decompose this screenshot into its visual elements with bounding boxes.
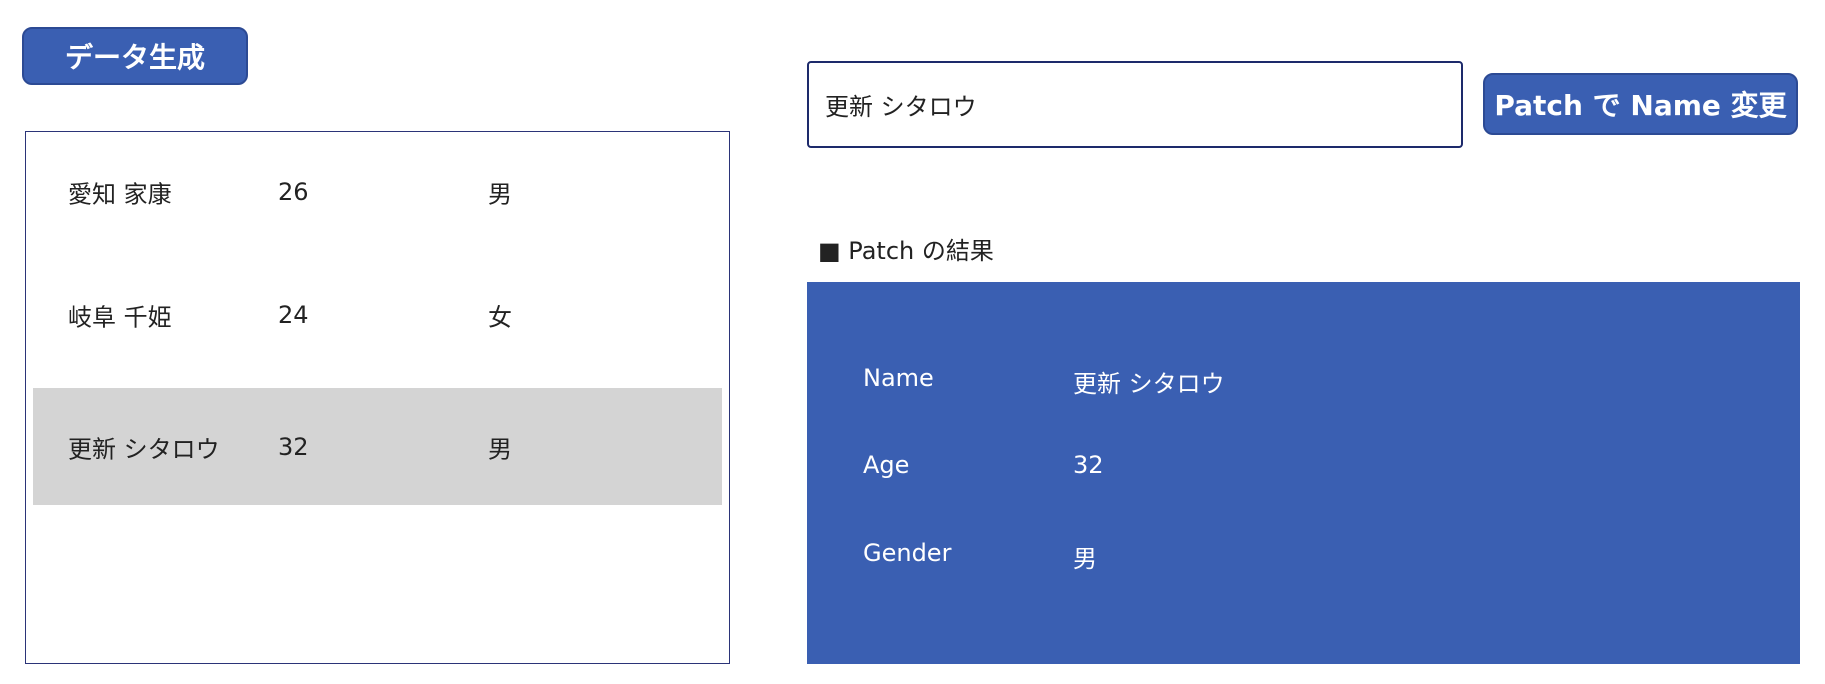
patch-name-button[interactable]: Patch で Name 変更: [1483, 73, 1798, 135]
generate-data-button[interactable]: データ生成: [22, 27, 248, 85]
result-value: 32: [1073, 451, 1104, 479]
result-value: 男: [1073, 545, 1097, 573]
result-value: 更新 シタロウ: [1073, 370, 1225, 398]
row-name: 愛知 家康: [68, 180, 172, 208]
data-gallery: 愛知 家康 26 男 岐阜 千姫 24 女 更新 シタロウ 32 男: [25, 131, 730, 664]
result-heading: ■ Patch の結果: [818, 237, 994, 265]
result-label: Name: [863, 364, 934, 392]
row-name: 更新 シタロウ: [68, 435, 220, 463]
row-gender: 女: [488, 303, 512, 331]
row-age: 32: [278, 432, 309, 461]
row-gender: 男: [488, 435, 512, 463]
result-label: Age: [863, 451, 910, 479]
gallery-row-selected[interactable]: 更新 シタロウ 32 男: [33, 388, 722, 505]
row-age: 24: [278, 300, 309, 329]
row-name: 岐阜 千姫: [68, 303, 172, 331]
row-gender: 男: [488, 180, 512, 208]
name-input[interactable]: [807, 61, 1463, 148]
gallery-row[interactable]: 愛知 家康 26 男: [33, 133, 722, 250]
gallery-row[interactable]: 岐阜 千姫 24 女: [33, 256, 722, 373]
result-panel: Name 更新 シタロウ Age 32 Gender 男: [807, 282, 1800, 664]
result-label: Gender: [863, 539, 952, 567]
row-age: 26: [278, 177, 309, 206]
